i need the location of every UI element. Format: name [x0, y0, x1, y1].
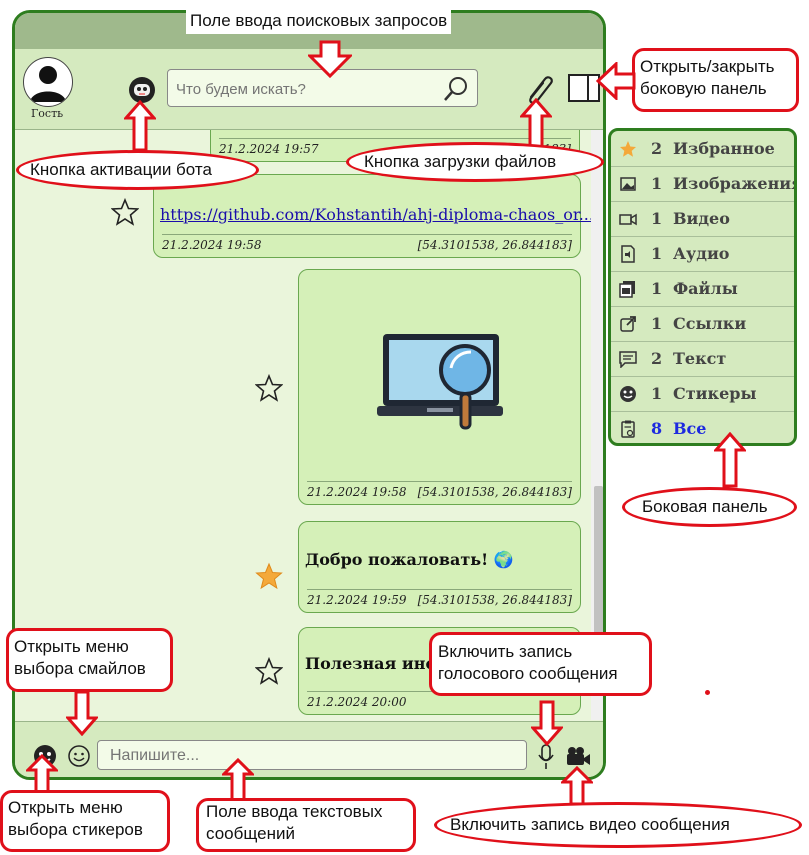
arrow-up-icon	[520, 98, 552, 150]
message-date: 21.2.2024 19:57	[219, 142, 319, 156]
footer	[15, 721, 603, 777]
arrow-down-icon	[308, 40, 352, 78]
smile-menu-icon[interactable]	[67, 744, 91, 768]
sidebar-item-count: 1	[651, 384, 663, 403]
video-camera-icon[interactable]	[565, 746, 591, 766]
avatar[interactable]	[23, 57, 73, 107]
sidebar-item-count: 1	[651, 209, 663, 228]
sidebar-item-count: 8	[651, 419, 663, 438]
arrow-up-icon	[561, 766, 593, 806]
callout-toggle-panel: Открыть/закрыть боковую панель	[640, 57, 775, 99]
sidebar-item-favorites[interactable]: 2 Избранное	[611, 131, 794, 167]
audio-icon	[621, 245, 635, 263]
message-item: https://github.com/Kohstantih/ahj-diplom…	[153, 174, 594, 258]
star-icon	[620, 141, 636, 157]
sidebar-item-links[interactable]: 1 Ссылки	[611, 306, 794, 342]
sidebar-item-files[interactable]: 1 Файлы	[611, 271, 794, 307]
sidebar-item-label: Текст	[673, 349, 727, 368]
message-link[interactable]: https://github.com/Kohstantih/ahj-diplom…	[160, 205, 594, 224]
message-text: Добро пожаловать! 🌍	[305, 550, 514, 569]
external-link-icon	[620, 316, 636, 332]
sidebar-item-label: Стикеры	[673, 384, 757, 403]
callout-voice-record: Включить запись голосового сообщения	[438, 642, 618, 684]
message-coords: [54.3101538, 26.844183]	[417, 593, 572, 607]
image-icon	[620, 177, 636, 191]
sidebar-item-label: Файлы	[673, 279, 738, 298]
star-outline-icon[interactable]	[111, 198, 139, 226]
search-icon[interactable]	[443, 76, 469, 102]
sidebar-item-label: Аудио	[673, 244, 730, 263]
sidebar-item-all[interactable]: 8 Все	[611, 411, 794, 443]
message-input-field[interactable]	[97, 740, 527, 770]
sidebar-item-label: Ссылки	[673, 314, 747, 333]
message-input[interactable]	[108, 744, 512, 768]
video-icon	[619, 213, 637, 226]
message-item: Добро пожаловать! 🌍 21.2.2024 19:59 [54.…	[298, 521, 581, 613]
sidebar-item-stickers[interactable]: 1 Стикеры	[611, 376, 794, 412]
callout-bot-button: Кнопка активации бота	[30, 160, 212, 179]
all-icon	[621, 420, 635, 438]
sidebar-item-count: 1	[651, 244, 663, 263]
sidebar-item-label: Изображения	[673, 174, 797, 193]
sidebar-item-images[interactable]: 1 Изображения	[611, 166, 794, 202]
sticker-icon	[620, 386, 636, 402]
sidebar-item-label: Видео	[673, 209, 730, 228]
sidebar-item-label: Все	[673, 419, 707, 438]
star-outline-icon[interactable]	[255, 657, 283, 685]
message-meta: 21.2.2024 19:59 [54.3101538, 26.844183]	[307, 589, 572, 608]
message-coords: [54.3101538, 26.844183]	[417, 485, 572, 499]
arrow-up-icon	[124, 100, 156, 152]
arrow-left-icon	[596, 62, 636, 100]
sidebar-item-count: 2	[651, 139, 663, 158]
message-coords: [54.3101538, 26.844183]	[417, 238, 572, 252]
arrow-down-icon	[66, 690, 98, 736]
message-item: 21.2.2024 19:58 [54.3101538, 26.844183]	[298, 269, 581, 505]
arrow-up-icon	[222, 758, 254, 802]
callout-text-input: Поле ввода текстовых сообщений	[206, 802, 383, 844]
callout-sidebar: Боковая панель	[642, 497, 768, 516]
callout-upload-button: Кнопка загрузки файлов	[364, 152, 557, 171]
microphone-icon[interactable]	[537, 744, 555, 770]
callout-video-record: Включить запись видео сообщения	[450, 815, 730, 834]
text-icon	[619, 351, 637, 368]
message-date: 21.2.2024 19:58	[162, 238, 262, 252]
sidebar-item-count: 1	[651, 279, 663, 298]
red-dot	[705, 690, 710, 695]
callout-search-field: Поле ввода поисковых запросов	[186, 8, 452, 35]
star-filled-icon[interactable]	[255, 562, 283, 590]
message-meta: 21.2.2024 19:58 [54.3101538, 26.844183]	[307, 481, 572, 500]
sidebar: 2 Избранное 1 Изображения 1 Видео 1 Ауди…	[608, 128, 797, 446]
search-input[interactable]	[174, 76, 438, 102]
sidebar-item-count: 2	[651, 349, 663, 368]
arrow-down-icon	[531, 700, 563, 746]
message-date: 21.2.2024 20:00	[307, 695, 407, 709]
sidebar-item-video[interactable]: 1 Видео	[611, 201, 794, 237]
message-date: 21.2.2024 19:58	[307, 485, 407, 499]
sidebar-item-text[interactable]: 2 Текст	[611, 341, 794, 377]
message-meta: 21.2.2024 19:58 [54.3101538, 26.844183]	[162, 234, 572, 253]
scrollbar-thumb[interactable]	[594, 486, 603, 636]
callout-sticker-menu: Открыть меню выбора стикеров	[8, 798, 143, 840]
sidebar-item-audio[interactable]: 1 Аудио	[611, 236, 794, 272]
arrow-up-icon	[714, 432, 746, 488]
sidebar-item-label: Избранное	[673, 139, 775, 158]
files-icon	[619, 281, 635, 298]
sidebar-item-count: 1	[651, 314, 663, 333]
star-outline-icon[interactable]	[255, 374, 283, 402]
guest-label: Гость	[31, 107, 64, 120]
laptop-search-image[interactable]	[377, 330, 503, 438]
message-date: 21.2.2024 19:59	[307, 593, 407, 607]
sidebar-item-count: 1	[651, 174, 663, 193]
callout-emoji-menu: Открыть меню выбора смайлов	[14, 637, 146, 679]
